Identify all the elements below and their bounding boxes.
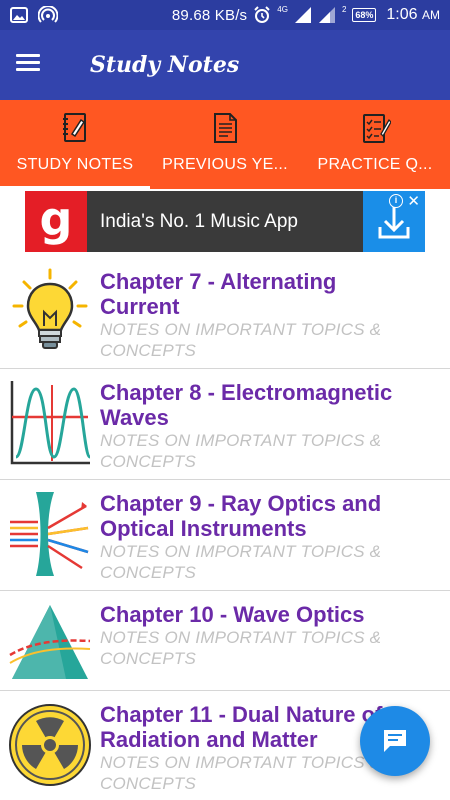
chat-icon <box>384 730 406 752</box>
alarm-icon <box>254 6 270 23</box>
chapter-title-line: Optical Instruments <box>100 516 307 541</box>
tab-practice-questions[interactable]: PRACTICE Q... <box>300 100 450 189</box>
battery-indicator: 68% <box>352 8 377 22</box>
clock: 1:06 AM <box>386 6 440 24</box>
hamburger-menu-icon[interactable] <box>16 50 54 80</box>
status-bar: 89.68 KB/s 4G 2 68% 1:06 AM <box>0 0 450 30</box>
chapter-title-line: Current <box>100 294 180 319</box>
chapter-subtitle: NOTES ON IMPORTANT TOPICS & CONCEPTS <box>100 627 430 669</box>
chapter-item-7[interactable]: Chapter 7 - Alternating Current NOTES ON… <box>0 258 450 369</box>
status-right: 89.68 KB/s 4G 2 68% 1:06 AM <box>172 0 440 30</box>
chapter-subtitle-line: CONCEPTS <box>100 649 197 668</box>
wave-graph-icon <box>10 381 92 465</box>
chapter-subtitle-line: NOTES ON IMPORTANT TOPICS & <box>100 628 382 647</box>
prism-icon <box>9 605 91 679</box>
tab-label: PRACTICE Q... <box>317 156 433 173</box>
ad-banner[interactable]: g India's No. 1 Music App i ✕ <box>25 191 425 252</box>
chapter-item-10[interactable]: Chapter 10 - Wave Optics NOTES ON IMPORT… <box>0 591 450 691</box>
sim-index: 2 <box>341 4 347 14</box>
clock-time: 1:06 <box>386 6 418 23</box>
chapter-item-9[interactable]: Chapter 9 - Ray Optics and Optical Instr… <box>0 480 450 591</box>
ad-logo: g <box>25 191 87 252</box>
tab-label: PREVIOUS YE... <box>162 156 288 173</box>
network-type: 4G <box>277 4 288 14</box>
tab-study-notes[interactable]: STUDY NOTES <box>0 100 150 189</box>
chapter-title: Chapter 7 - Alternating Current <box>100 269 440 319</box>
app-bar: Study Notes <box>0 30 450 100</box>
clock-ampm: AM <box>422 8 440 22</box>
chapter-title-line: Chapter 8 - Electromagnetic <box>100 380 393 405</box>
tab-bar: STUDY NOTES PREVIOUS YE... PRACTICE Q... <box>0 100 450 189</box>
chapter-title-line: Chapter 10 - Wave Optics <box>100 602 365 627</box>
lens-rays-icon <box>10 492 89 576</box>
ad-close-icon[interactable]: ✕ <box>407 192 420 210</box>
chapter-title-line: Waves <box>100 405 169 430</box>
chapter-subtitle-line: NOTES ON IMPORTANT TOPICS & <box>100 431 382 450</box>
checklist-icon <box>363 114 391 143</box>
hotspot-icon <box>38 6 58 23</box>
ad-info-icon[interactable]: i <box>389 194 403 208</box>
chapter-subtitle-line: CONCEPTS <box>100 452 197 471</box>
notebook-icon <box>63 113 86 142</box>
tab-label: STUDY NOTES <box>16 156 134 173</box>
chapter-title-line: Chapter 7 - Alternating <box>100 269 337 294</box>
ad-text: India's No. 1 Music App <box>100 211 298 232</box>
chapter-item-8[interactable]: Chapter 8 - Electromagnetic Waves NOTES … <box>0 369 450 480</box>
app-title: Study Notes <box>90 52 240 78</box>
chapter-title-line: Chapter 9 - Ray Optics and <box>100 491 382 516</box>
status-left-icons <box>10 6 58 24</box>
chapter-subtitle-line: NOTES ON IMPORTANT TOPICS & <box>100 542 382 561</box>
chapter-subtitle: NOTES ON IMPORTANT TOPICS & CONCEPTS <box>100 541 430 583</box>
document-icon <box>214 113 237 143</box>
chapter-title: Chapter 8 - Electromagnetic Waves <box>100 380 440 430</box>
network-speed: 89.68 KB/s <box>171 6 248 24</box>
chapter-subtitle-line: CONCEPTS <box>100 341 197 360</box>
chapter-subtitle: NOTES ON IMPORTANT TOPICS & CONCEPTS <box>100 319 430 361</box>
chapter-subtitle-line: CONCEPTS <box>100 563 197 582</box>
chapter-subtitle: NOTES ON IMPORTANT TOPICS & CONCEPTS <box>100 430 430 472</box>
chapter-subtitle-line: CONCEPTS <box>100 774 197 793</box>
light-bulb-icon <box>12 268 88 349</box>
signal-icon <box>294 7 311 23</box>
chapter-title: Chapter 9 - Ray Optics and Optical Instr… <box>100 491 440 541</box>
radiation-icon <box>9 704 91 786</box>
signal-icon <box>318 7 335 23</box>
image-icon <box>10 7 28 23</box>
chat-fab-button[interactable] <box>360 706 430 776</box>
chapter-subtitle-line: NOTES ON IMPORTANT TOPICS & <box>100 320 382 339</box>
tab-previous-years[interactable]: PREVIOUS YE... <box>150 100 300 189</box>
chapter-title: Chapter 10 - Wave Optics <box>100 602 440 627</box>
